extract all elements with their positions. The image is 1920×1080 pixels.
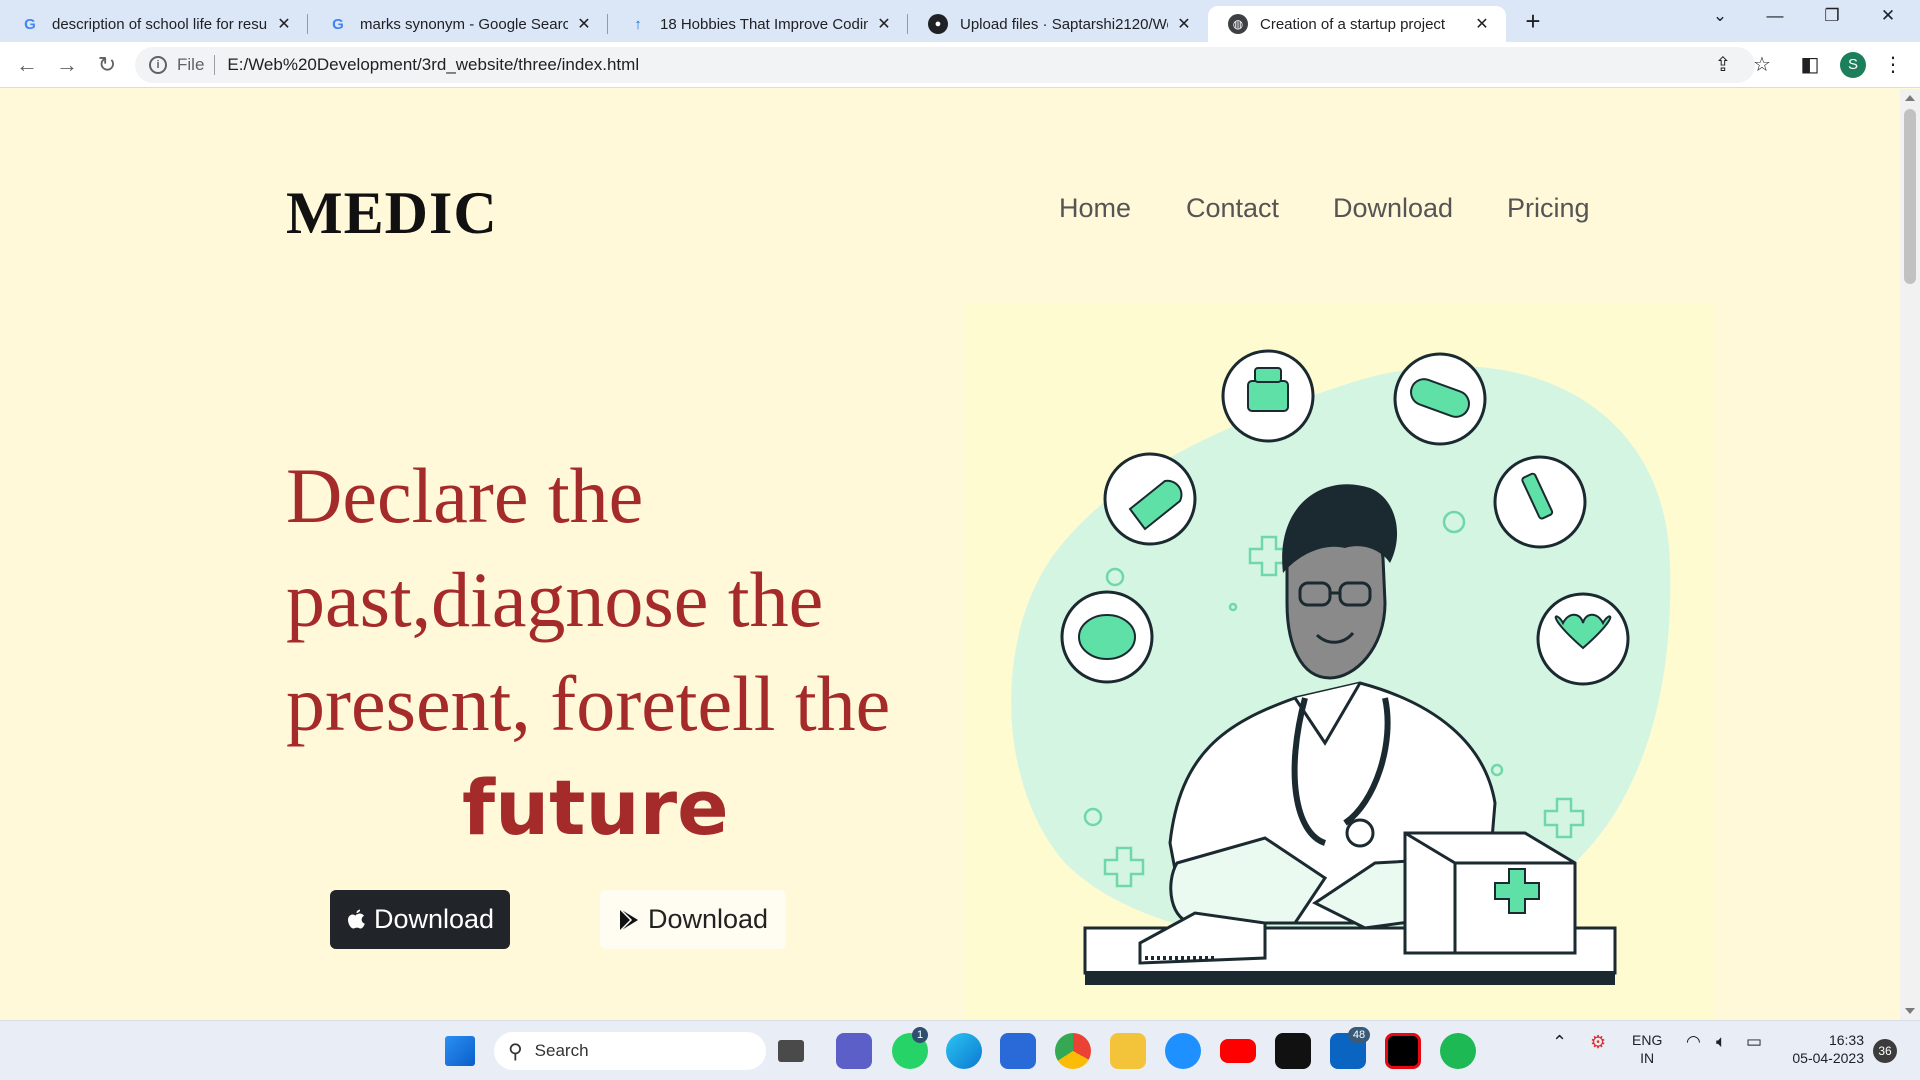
- address-bar[interactable]: i File E:/Web%20Development/3rd_website/…: [135, 47, 1755, 83]
- page-viewport: MEDIC Home Contact Download Pricing Decl…: [0, 89, 1900, 1020]
- close-icon[interactable]: ✕: [274, 14, 294, 34]
- store-icon[interactable]: [1000, 1033, 1036, 1069]
- tab-5-title: Creation of a startup project: [1260, 15, 1446, 33]
- forward-arrow-icon[interactable]: →: [52, 50, 82, 80]
- close-icon[interactable]: ✕: [1472, 14, 1492, 34]
- google-play-icon: [619, 907, 638, 932]
- globe-icon: ◍: [1228, 14, 1248, 34]
- windows-taskbar: ⚲ Search 1 48 ⌃ ⚙ ENG IN ◠ 🔈︎ ▭ 16:33 05…: [0, 1020, 1920, 1080]
- apple-icon: [347, 909, 365, 928]
- taskbar-search-label: Search: [534, 1041, 589, 1060]
- new-tab-button[interactable]: +: [1518, 8, 1548, 38]
- taskbar-search[interactable]: ⚲ Search: [494, 1032, 766, 1070]
- spotify-icon[interactable]: [1440, 1033, 1476, 1069]
- notebook: [1138, 911, 1267, 965]
- clock-date: 05-04-2023: [1792, 1050, 1864, 1066]
- headline-line-1: Declare the: [286, 452, 644, 539]
- file-explorer-icon[interactable]: [1110, 1033, 1146, 1069]
- headline-emphasis: future: [462, 763, 729, 852]
- nav-contact[interactable]: Contact: [1186, 193, 1279, 224]
- close-icon[interactable]: ✕: [1174, 14, 1194, 34]
- region-code: IN: [1640, 1050, 1655, 1066]
- tutorial-icon: ↑: [634, 15, 642, 33]
- address-scheme: File: [177, 55, 205, 74]
- tab-strip: G description of school life for resu ✕ …: [0, 0, 1920, 42]
- doctor-illustration: [965, 303, 1713, 1020]
- reload-icon[interactable]: ↻: [92, 50, 122, 80]
- task-view-icon[interactable]: [778, 1040, 804, 1062]
- windows-start-icon[interactable]: [445, 1036, 475, 1066]
- tab-3-title: 18 Hobbies That Improve Coding: [660, 15, 868, 33]
- scroll-thumb[interactable]: [1904, 109, 1916, 284]
- google-icon: G: [332, 15, 344, 33]
- weather-icon[interactable]: [1165, 1033, 1201, 1069]
- youtube-icon[interactable]: [1220, 1039, 1256, 1063]
- hero-headline: Declare the past,diagnose the present, f…: [286, 444, 946, 756]
- page-scrollbar[interactable]: [1900, 89, 1920, 1020]
- github-icon: ●: [928, 14, 948, 34]
- battery-icon[interactable]: ▭: [1746, 1033, 1762, 1051]
- tab-1[interactable]: G description of school life for resu ✕: [0, 6, 308, 42]
- scroll-up-arrow[interactable]: [1905, 95, 1915, 101]
- language-indicator[interactable]: ENG IN: [1632, 1031, 1662, 1067]
- tab-2-title: marks synonym - Google Search: [360, 15, 568, 33]
- restore-button[interactable]: ❐: [1812, 6, 1852, 36]
- apple-download-label: Download: [373, 904, 495, 934]
- close-icon[interactable]: ✕: [574, 14, 594, 34]
- tab-5-active[interactable]: ◍ Creation of a startup project ✕: [1208, 6, 1506, 42]
- browser-toolbar: ← → ↻ i File E:/Web%20Development/3rd_we…: [0, 42, 1920, 88]
- tab-4-title: Upload files · Saptarshi2120/Web: [960, 15, 1168, 33]
- notification-badge[interactable]: 36: [1873, 1039, 1897, 1063]
- wifi-icon[interactable]: ◠: [1686, 1033, 1701, 1051]
- minimize-button[interactable]: —: [1755, 6, 1795, 36]
- tab-search-icon[interactable]: ⌄: [1700, 6, 1740, 36]
- play-download-label: Download: [647, 904, 769, 934]
- tab-3[interactable]: ↑ 18 Hobbies That Improve Coding ✕: [608, 6, 908, 42]
- app-tray-icon[interactable]: ⚙: [1590, 1033, 1606, 1051]
- medical-kit: [1403, 831, 1577, 955]
- search-icon: ⚲: [508, 1040, 523, 1063]
- tab-2[interactable]: G marks synonym - Google Search ✕: [308, 6, 608, 42]
- address-url[interactable]: E:/Web%20Development/3rd_website/three/i…: [227, 55, 639, 75]
- google-icon: G: [24, 15, 36, 33]
- tab-1-title: description of school life for resu: [52, 15, 268, 33]
- headline-line-3: present, foretell the: [286, 660, 891, 747]
- language-code: ENG: [1632, 1032, 1663, 1048]
- close-window-button[interactable]: ✕: [1868, 6, 1908, 36]
- play-download-button[interactable]: Download: [600, 890, 786, 949]
- share-icon[interactable]: ⇪: [1710, 52, 1736, 78]
- info-icon[interactable]: i: [149, 56, 167, 74]
- volume-icon[interactable]: 🔈︎: [1716, 1033, 1726, 1051]
- back-arrow-icon[interactable]: ←: [12, 50, 42, 80]
- nav-home[interactable]: Home: [1059, 193, 1131, 224]
- headline-line-2: past,diagnose the: [286, 556, 824, 643]
- teams-icon[interactable]: [836, 1033, 872, 1069]
- scroll-down-arrow[interactable]: [1905, 1008, 1915, 1014]
- mail-badge: 48: [1348, 1027, 1370, 1043]
- netflix-icon[interactable]: [1385, 1033, 1421, 1069]
- side-panel-icon[interactable]: ◧: [1797, 52, 1823, 78]
- whatsapp-badge: 1: [912, 1027, 928, 1043]
- chrome-icon[interactable]: [1055, 1033, 1091, 1069]
- tradingview-icon[interactable]: [1275, 1033, 1311, 1069]
- nav-download[interactable]: Download: [1333, 193, 1453, 224]
- close-icon[interactable]: ✕: [874, 14, 894, 34]
- tab-4[interactable]: ● Upload files · Saptarshi2120/Web ✕: [908, 6, 1208, 42]
- clock[interactable]: 16:33 05-04-2023: [1784, 1031, 1864, 1067]
- menu-kebab-icon[interactable]: ⋮: [1880, 52, 1906, 78]
- apple-download-button[interactable]: Download: [330, 890, 510, 949]
- bookmark-star-icon[interactable]: ☆: [1749, 52, 1775, 78]
- clock-time: 16:33: [1828, 1032, 1864, 1048]
- nav-pricing[interactable]: Pricing: [1507, 193, 1590, 224]
- profile-avatar[interactable]: S: [1840, 52, 1866, 78]
- site-logo[interactable]: MEDIC: [286, 179, 498, 248]
- tray-chevron-icon[interactable]: ⌃: [1552, 1033, 1567, 1051]
- edge-icon[interactable]: [946, 1033, 982, 1069]
